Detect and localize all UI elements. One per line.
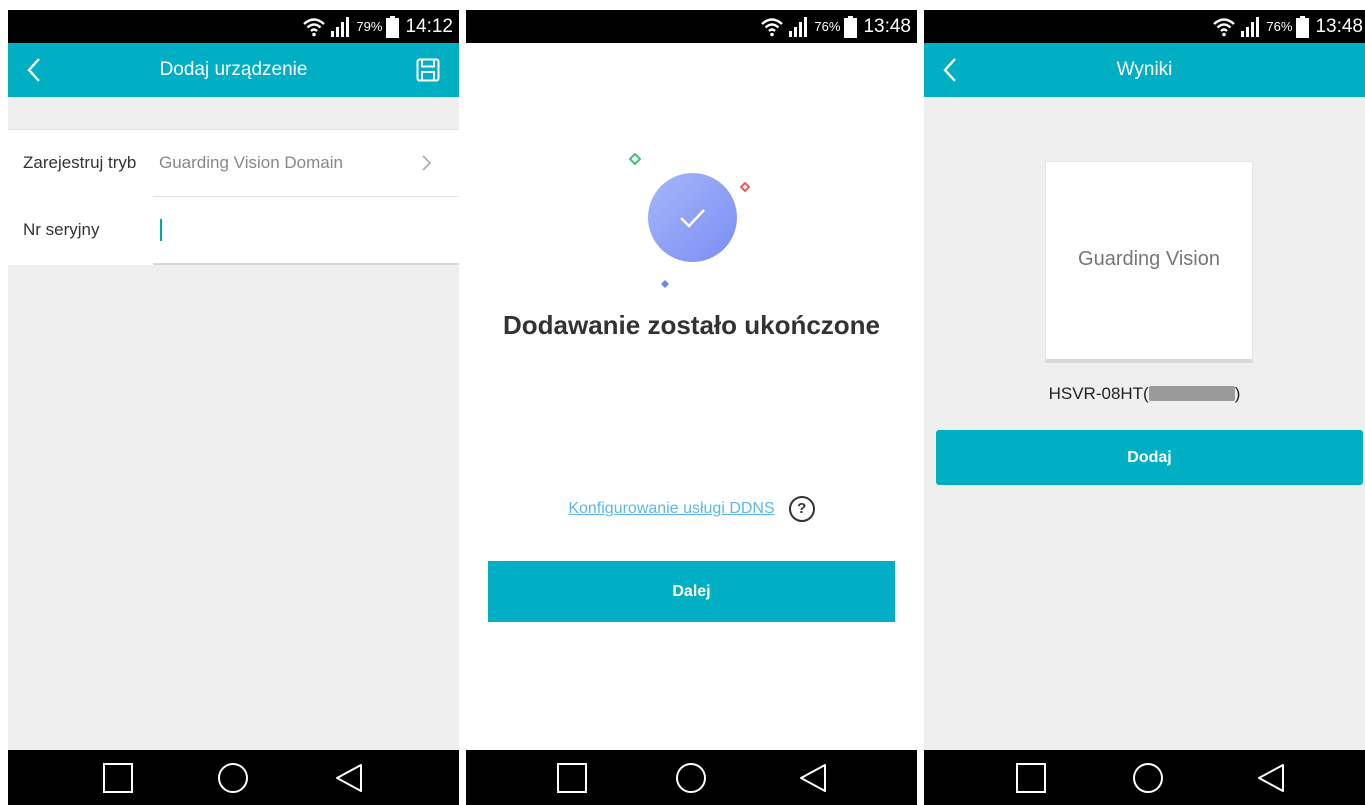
page-title: Wyniki	[1116, 59, 1173, 80]
battery-percent: 76%	[814, 19, 841, 34]
help-icon[interactable]: ?	[788, 496, 815, 522]
battery-icon	[844, 15, 858, 38]
signal-icon	[330, 16, 352, 37]
app-bar: Dodaj urządzenie	[8, 43, 459, 97]
home-icon[interactable]	[1132, 762, 1164, 794]
battery-icon	[1296, 15, 1310, 38]
phone-screen-results: 76% 13:48 Wyniki Guarding Vision HSVR-08…	[924, 10, 1365, 805]
clock: 13:48	[863, 15, 911, 37]
device-name: HSVR-08HT()	[924, 384, 1365, 404]
redacted-serial	[1148, 386, 1235, 401]
ddns-row: Konfigurowanie usługi DDNS?	[466, 496, 917, 526]
device-name-suffix: )	[1234, 384, 1241, 403]
home-icon[interactable]	[217, 762, 249, 794]
input-underline	[153, 263, 459, 265]
signal-icon	[1240, 16, 1262, 37]
next-button[interactable]: Dalej	[488, 561, 895, 622]
wifi-icon	[302, 17, 326, 37]
check-circle-icon	[648, 173, 737, 262]
red-diamond-icon	[739, 179, 751, 197]
phone-screen-add-device: 79% 14:12 Dodaj urządzenie Zarejestruj t…	[8, 10, 459, 805]
wifi-icon	[1212, 17, 1236, 37]
serial-number-row: Nr seryjny	[8, 197, 459, 263]
blue-diamond-icon	[661, 275, 669, 293]
recent-apps-icon[interactable]	[102, 762, 134, 794]
recent-apps-icon[interactable]	[556, 762, 588, 794]
back-icon[interactable]	[1255, 762, 1287, 794]
home-icon[interactable]	[675, 762, 707, 794]
battery-percent: 79%	[356, 19, 383, 34]
register-mode-value: Guarding Vision Domain	[159, 153, 343, 172]
add-button[interactable]: Dodaj	[936, 430, 1363, 485]
system-nav-bar	[8, 750, 459, 805]
signal-icon	[788, 16, 810, 37]
device-card: Guarding Vision	[1045, 161, 1253, 363]
battery-percent: 76%	[1266, 19, 1293, 34]
system-nav-bar	[466, 750, 917, 805]
recent-apps-icon[interactable]	[1015, 762, 1047, 794]
register-mode-label: Zarejestruj tryb	[23, 153, 137, 172]
device-name-prefix: HSVR-08HT(	[1048, 384, 1149, 403]
completion-title: Dodawanie zostało ukończone	[502, 310, 881, 340]
battery-icon	[386, 15, 400, 38]
phone-screen-add-complete: 76% 13:48 Dodawanie zostało ukończone Ko…	[466, 10, 917, 805]
app-bar: Wyniki	[924, 43, 1365, 97]
success-illustration	[466, 140, 917, 290]
text-cursor	[160, 219, 162, 241]
back-icon[interactable]	[333, 762, 365, 794]
back-icon[interactable]	[797, 762, 829, 794]
wifi-icon	[760, 17, 784, 37]
save-icon[interactable]	[415, 57, 441, 83]
ddns-config-link[interactable]: Konfigurowanie usługi DDNS	[568, 500, 774, 517]
page-title: Dodaj urządzenie	[159, 59, 308, 80]
register-mode-row[interactable]: Zarejestruj tryb Guarding Vision Domain	[8, 130, 459, 196]
chevron-right-icon	[421, 153, 433, 173]
green-diamond-icon	[628, 152, 642, 170]
status-bar: 76% 13:48	[466, 10, 917, 43]
status-bar: 76% 13:48	[924, 10, 1365, 43]
serial-number-label: Nr seryjny	[23, 220, 100, 239]
system-nav-bar	[924, 750, 1365, 805]
clock: 13:48	[1315, 15, 1363, 37]
status-bar: 79% 14:12	[8, 10, 459, 43]
device-form: Zarejestruj tryb Guarding Vision Domain …	[8, 129, 459, 265]
device-brand-logo: Guarding Vision	[1078, 248, 1220, 270]
clock: 14:12	[405, 15, 453, 37]
